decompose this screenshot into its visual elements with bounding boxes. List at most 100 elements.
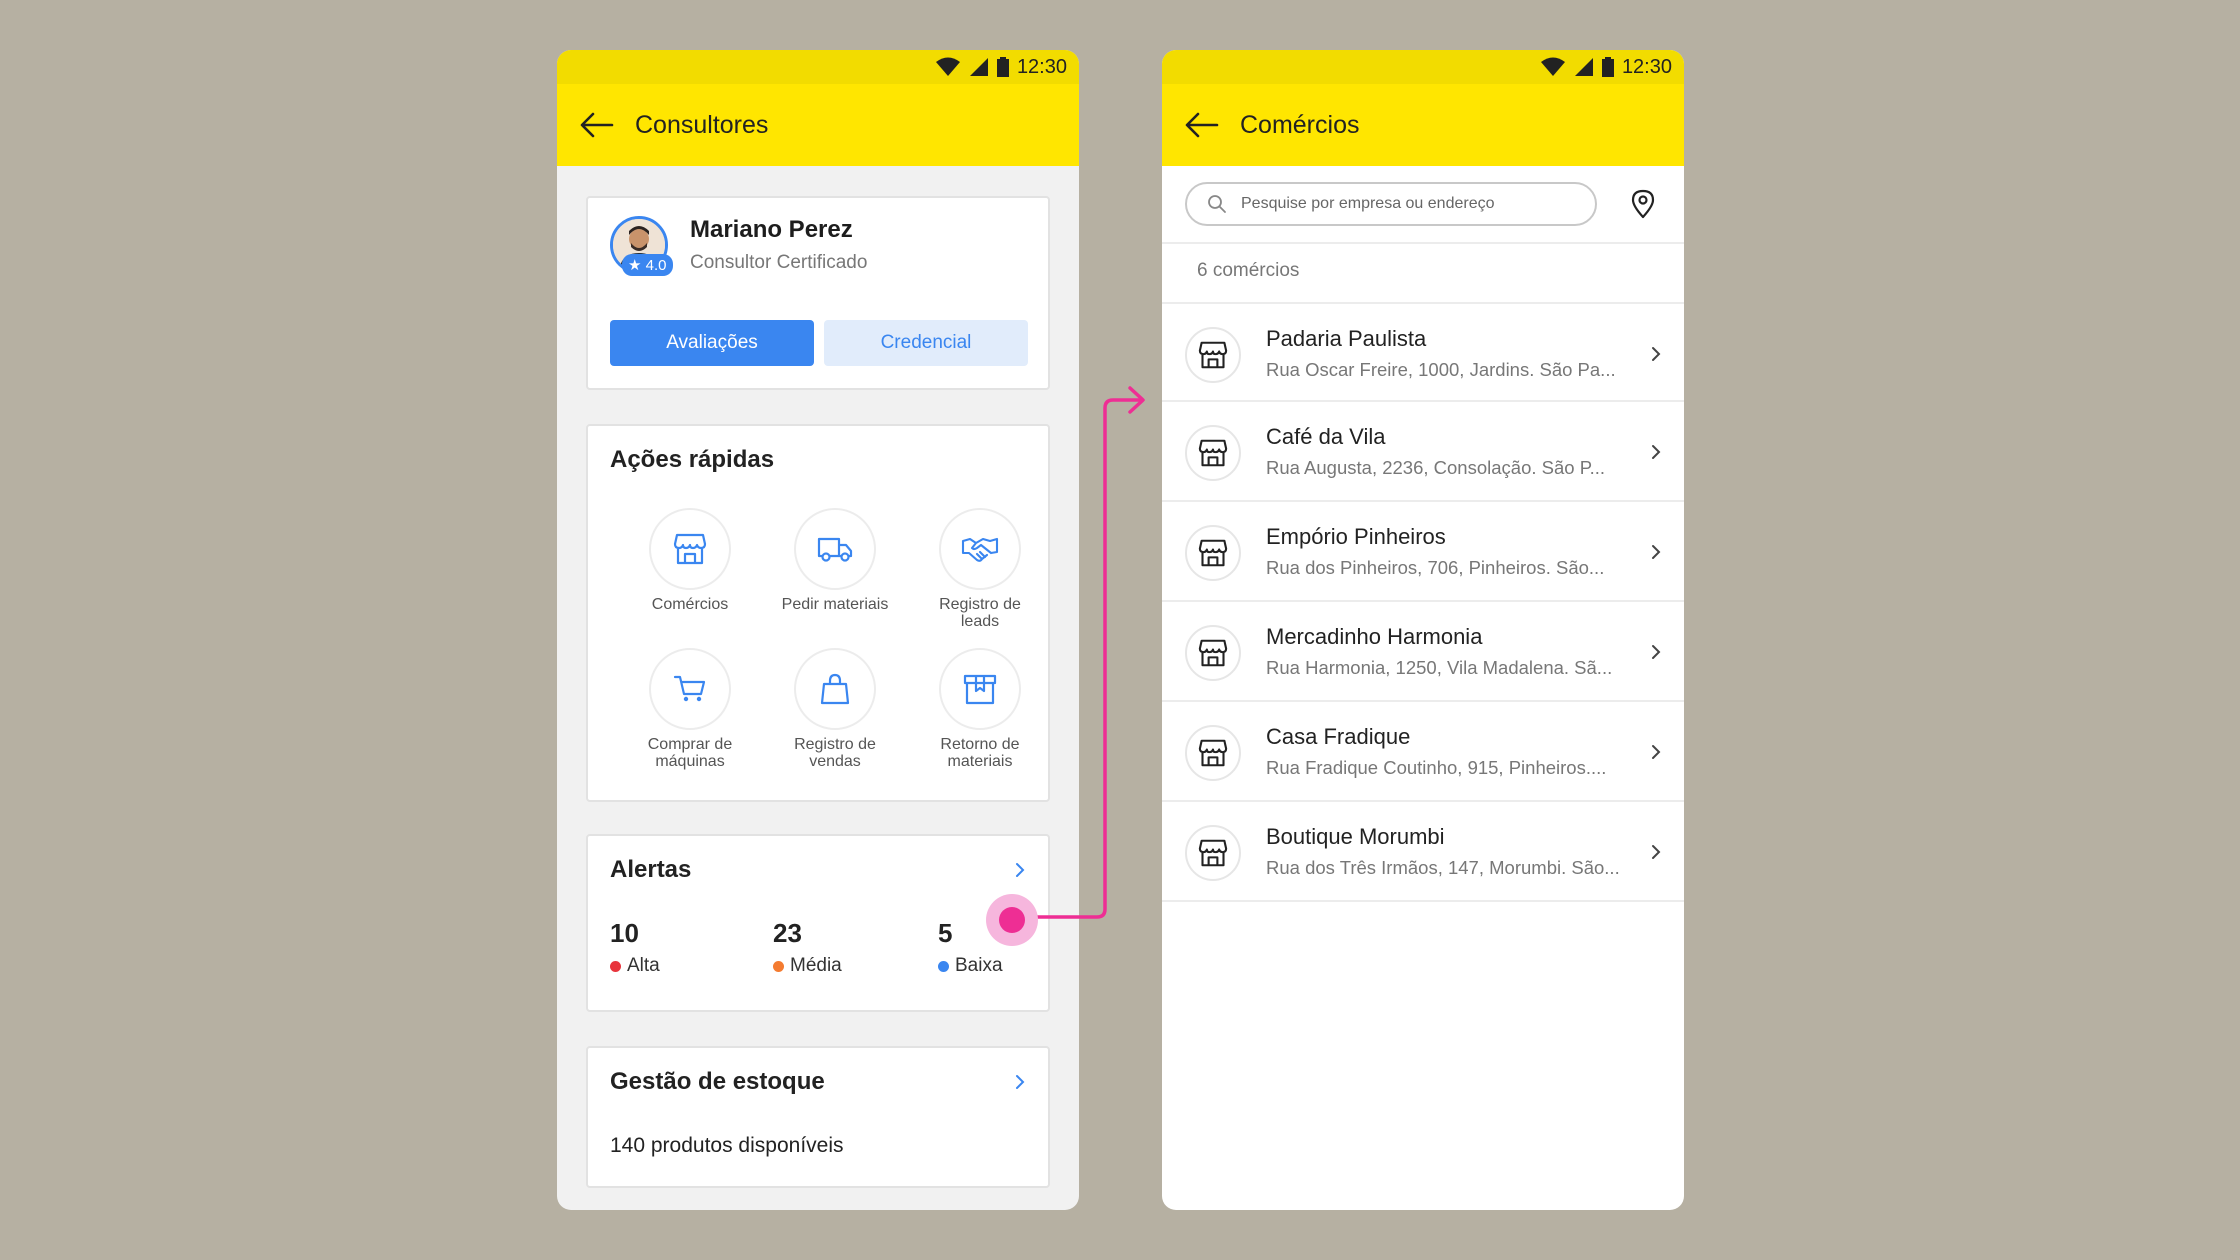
- action-retorno-materiais[interactable]: Retorno de materiais: [915, 648, 1045, 770]
- avatar: ★ 4.0: [610, 216, 674, 276]
- list-item[interactable]: Mercadinho Harmonia Rua Harmonia, 1250, …: [1162, 602, 1684, 702]
- action-pedir-materiais[interactable]: Pedir materiais: [770, 508, 900, 613]
- action-label: Comprar de máquinas: [647, 736, 733, 770]
- app-bar: Consultores: [557, 84, 1079, 166]
- store-icon: [1185, 725, 1241, 781]
- list-item[interactable]: Café da Vila Rua Augusta, 2236, Consolaç…: [1162, 402, 1684, 502]
- alert-label-row: Baixa: [938, 955, 1003, 977]
- action-registro-vendas[interactable]: Registro de vendas: [770, 648, 900, 770]
- store-icon: [673, 533, 707, 565]
- chevron-right-icon: [1652, 545, 1661, 559]
- action-comercios[interactable]: Comércios: [625, 508, 755, 613]
- battery-icon: [996, 57, 1009, 77]
- alert-label-row: Alta: [610, 955, 660, 977]
- chevron-right-icon: [1652, 347, 1661, 361]
- stock-card[interactable]: Gestão de estoque 140 produtos disponíve…: [586, 1046, 1050, 1188]
- arrow-head-icon: [1128, 386, 1145, 414]
- search-input[interactable]: [1241, 195, 1581, 213]
- shop-name: Padaria Paulista: [1266, 326, 1427, 351]
- red-dot-icon: [610, 960, 621, 972]
- credential-button[interactable]: Credencial: [824, 320, 1028, 366]
- shop-address: Rua dos Três Irmãos, 147, Morumbi. São..…: [1266, 857, 1620, 878]
- shop-name: Casa Fradique: [1266, 724, 1411, 749]
- rating-value: 4.0: [645, 257, 667, 274]
- page-title: Consultores: [635, 110, 769, 139]
- store-icon: [1185, 425, 1241, 481]
- action-comprar-maquinas-button[interactable]: [649, 648, 731, 730]
- alert-label: Média: [790, 955, 842, 976]
- search-box[interactable]: [1185, 182, 1597, 226]
- alert-label: Alta: [627, 955, 660, 976]
- location-button[interactable]: [1628, 186, 1658, 222]
- cart-icon: [673, 675, 706, 702]
- list-item[interactable]: Empório Pinheiros Rua dos Pinheiros, 706…: [1162, 502, 1684, 602]
- shop-list: Padaria Paulista Rua Oscar Freire, 1000,…: [1162, 302, 1684, 902]
- list-item[interactable]: Boutique Morumbi Rua dos Três Irmãos, 14…: [1162, 802, 1684, 902]
- action-label: Registro de vendas: [794, 736, 876, 770]
- list-item[interactable]: Casa Fradique Rua Fradique Coutinho, 915…: [1162, 702, 1684, 802]
- action-registro-leads-button[interactable]: [939, 508, 1021, 590]
- shop-address: Rua Augusta, 2236, Consolação. São P...: [1266, 457, 1606, 478]
- action-pedir-materiais-button[interactable]: [794, 508, 876, 590]
- results-count: 6 comércios: [1197, 260, 1300, 281]
- truck-icon: [817, 537, 853, 562]
- action-label: Pedir materiais: [781, 596, 889, 613]
- signal-icon: [969, 58, 988, 76]
- shop-address: Rua Oscar Freire, 1000, Jardins. São Pa.…: [1266, 359, 1616, 380]
- action-comercios-button[interactable]: [649, 508, 731, 590]
- alert-high: 10 Alta: [610, 918, 660, 977]
- alerts-chevron-right-icon[interactable]: [1010, 858, 1030, 882]
- arrow-left-icon: [580, 112, 614, 138]
- shop-name: Empório Pinheiros: [1266, 524, 1446, 549]
- wifi-icon: [935, 57, 960, 76]
- alert-label: Baixa: [955, 955, 1003, 976]
- alert-value: 10: [610, 918, 639, 948]
- status-time: 12:30: [1621, 55, 1672, 78]
- action-comprar-maquinas[interactable]: Comprar de máquinas: [625, 648, 755, 770]
- action-retorno-materiais-button[interactable]: [939, 648, 1021, 730]
- stock-chevron-right-icon[interactable]: [1010, 1070, 1030, 1094]
- action-registro-leads[interactable]: Registro de leads: [915, 508, 1045, 630]
- consultores-screen: 12:30 Consultores ★ 4.0 Mariano Perez Co…: [557, 50, 1079, 1210]
- signal-icon: [1574, 58, 1593, 76]
- star-icon: ★: [628, 257, 642, 274]
- shop-name: Mercadinho Harmonia: [1266, 624, 1483, 649]
- store-icon: [1185, 525, 1241, 581]
- battery-icon: [1601, 57, 1614, 77]
- reviews-button[interactable]: Avaliações: [610, 320, 814, 366]
- quick-actions-card: Ações rápidas Comércios Pedir materiais …: [586, 424, 1050, 802]
- action-label: Retorno de materiais: [940, 736, 1020, 770]
- flow-connector: [1010, 386, 1145, 919]
- list-item[interactable]: Padaria Paulista Rua Oscar Freire, 1000,…: [1162, 302, 1684, 402]
- handshake-icon: [961, 537, 999, 562]
- comercios-screen: 12:30 Comércios 6 comércios Padaria Paul…: [1162, 50, 1684, 1210]
- action-label: Registro de leads: [939, 596, 1021, 630]
- quick-actions-title: Ações rápidas: [610, 446, 775, 473]
- shop-address: Rua Fradique Coutinho, 915, Pinheiros...…: [1266, 757, 1607, 778]
- status-time: 12:30: [1016, 55, 1067, 78]
- wifi-icon: [1540, 57, 1565, 76]
- store-icon: [1185, 327, 1241, 383]
- action-registro-vendas-button[interactable]: [794, 648, 876, 730]
- alert-value: 23: [773, 918, 802, 948]
- flow-hotspot[interactable]: [986, 894, 1038, 946]
- back-button[interactable]: [579, 107, 615, 143]
- stock-summary: 140 produtos disponíveis: [610, 1134, 844, 1157]
- page-title: Comércios: [1240, 110, 1360, 139]
- shop-address: Rua dos Pinheiros, 706, Pinheiros. São..…: [1266, 557, 1605, 578]
- shop-name: Boutique Morumbi: [1266, 824, 1445, 849]
- blue-dot-icon: [938, 960, 949, 972]
- status-bar: 12:30: [1162, 50, 1684, 84]
- stock-title: Gestão de estoque: [610, 1068, 825, 1095]
- orange-dot-icon: [773, 960, 784, 972]
- profile-name: Mariano Perez: [690, 216, 853, 243]
- back-button[interactable]: [1184, 107, 1220, 143]
- profile-role: Consultor Certificado: [690, 252, 868, 273]
- location-pin-icon: [1631, 189, 1655, 219]
- shop-address: Rua Harmonia, 1250, Vila Madalena. Sã...: [1266, 657, 1613, 678]
- rating-badge: ★ 4.0: [622, 254, 674, 276]
- alerts-card[interactable]: Alertas 10 Alta 23 Média 5 Baixa: [586, 834, 1050, 1012]
- alert-label-row: Média: [773, 955, 842, 977]
- chevron-right-icon: [1652, 745, 1661, 759]
- hotspot-dot: [999, 907, 1025, 933]
